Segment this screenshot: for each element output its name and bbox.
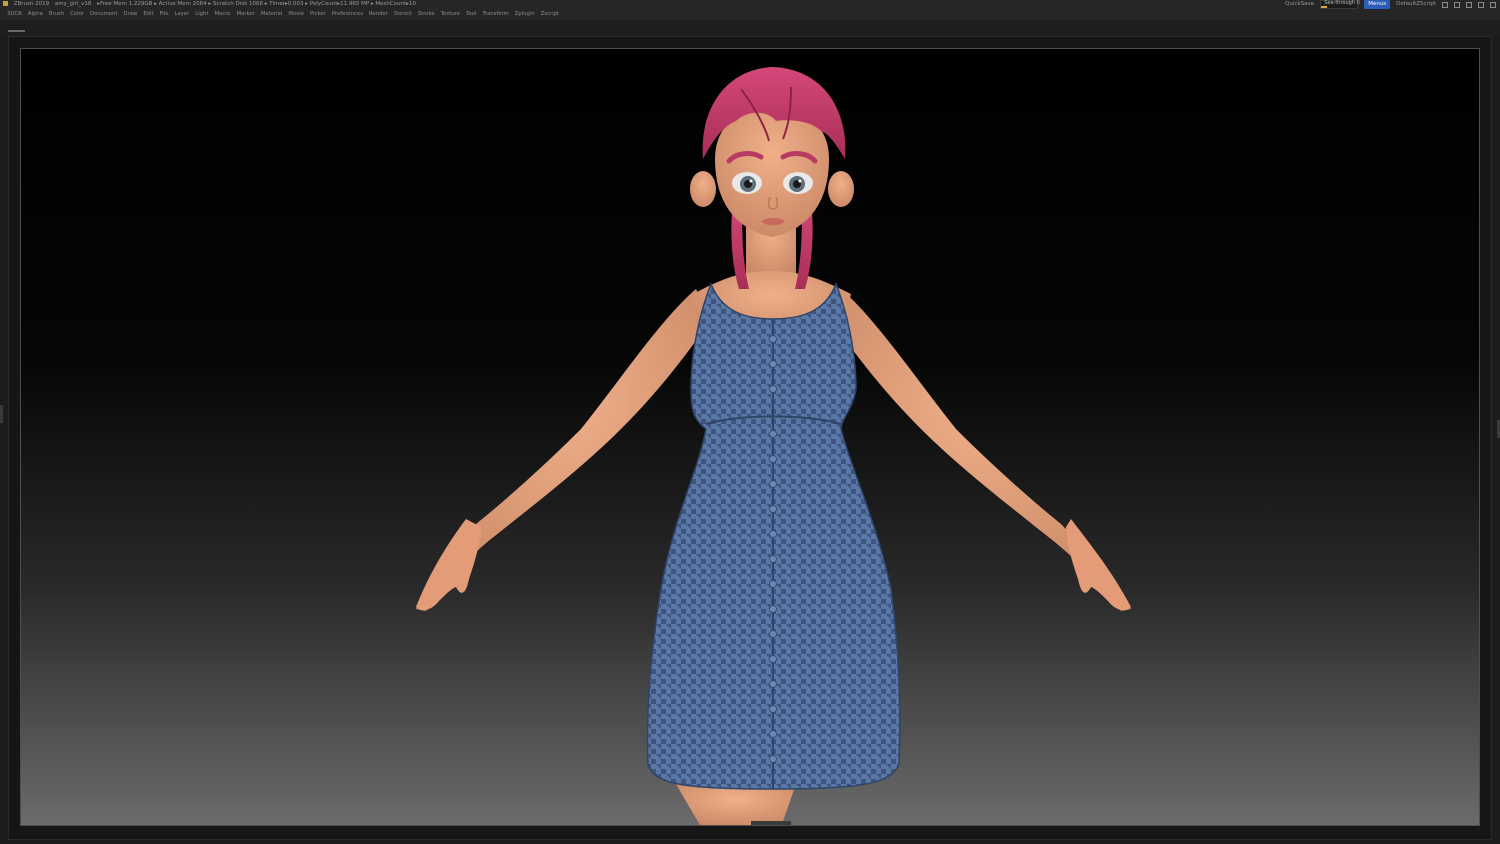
left-ear — [690, 171, 716, 207]
left-tray-handle[interactable] — [0, 405, 3, 423]
menu-item-tool[interactable]: Tool — [466, 9, 476, 20]
script-button[interactable]: DefaultZScript — [1396, 0, 1436, 9]
menu-item-file[interactable]: File — [160, 9, 169, 20]
memory-stats: ▸Free Mem 1.229GB ▸ Active Mem 2064 ▸ Sc… — [97, 1, 417, 7]
menu-item-layer[interactable]: Layer — [174, 9, 189, 20]
menu-item-transform[interactable]: Transform — [482, 9, 508, 20]
file-name: amy_girl_v18 — [54, 1, 92, 7]
see-through-label: See-through 0 — [1324, 0, 1360, 6]
menu-item-document[interactable]: Document — [90, 9, 117, 20]
zbrush-logo-icon — [3, 1, 8, 6]
menu-item-picker[interactable]: Picker — [310, 9, 326, 20]
title-bar: ZBrush 2019 amy_girl_v18 ▸Free Mem 1.229… — [0, 0, 1500, 9]
menu-item-zscript[interactable]: Zscript — [541, 9, 559, 20]
right-ear — [828, 171, 854, 207]
strip-handle[interactable] — [8, 30, 25, 32]
left-hand — [416, 519, 481, 611]
menu-item-material[interactable]: Material — [261, 9, 283, 20]
menus-button[interactable]: Menus — [1364, 0, 1391, 9]
minimize-icon[interactable] — [1466, 1, 1472, 8]
menu-bar: 3DCR Alpha Brush Color Document Draw Edit File L… — [0, 9, 1500, 20]
menu-item-edit[interactable]: Edit — [143, 9, 153, 20]
swap-icon[interactable] — [1454, 1, 1460, 8]
menu-item-light[interactable]: Light — [195, 9, 208, 20]
menu-item-3dcr[interactable]: 3DCR — [7, 9, 22, 20]
menu-item-marker[interactable]: Marker — [237, 9, 255, 20]
see-through-slider[interactable]: See-through 0 — [1320, 0, 1360, 9]
legs — [676, 784, 796, 825]
menu-item-stencil[interactable]: Stencil — [394, 9, 412, 20]
bottom-tray-handle[interactable] — [751, 821, 791, 825]
right-hand — [1066, 519, 1131, 611]
menu-item-render[interactable]: Render — [369, 9, 388, 20]
menu-item-texture[interactable]: Texture — [441, 9, 460, 20]
viewport-canvas[interactable] — [20, 48, 1480, 826]
menu-item-draw[interactable]: Draw — [123, 9, 137, 20]
menu-item-zplugin[interactable]: Zplugin — [515, 9, 535, 20]
menu-item-alpha[interactable]: Alpha — [28, 9, 43, 20]
app-title: ZBrush 2019 — [13, 1, 50, 7]
maximize-icon[interactable] — [1478, 1, 1484, 8]
menu-item-movie[interactable]: Movie — [288, 9, 304, 20]
menu-item-brush[interactable]: Brush — [49, 9, 64, 20]
close-icon[interactable] — [1490, 1, 1496, 8]
menu-item-stroke[interactable]: Stroke — [418, 9, 435, 20]
quicksave-button[interactable]: QuickSave — [1285, 0, 1314, 9]
menu-item-macro[interactable]: Macro — [214, 9, 230, 20]
layout-icon[interactable] — [1442, 1, 1448, 8]
menu-item-color[interactable]: Color — [70, 9, 84, 20]
tool-strip — [0, 20, 1500, 36]
character-model — [416, 67, 1131, 825]
menu-item-preferences[interactable]: Preferences — [332, 9, 363, 20]
